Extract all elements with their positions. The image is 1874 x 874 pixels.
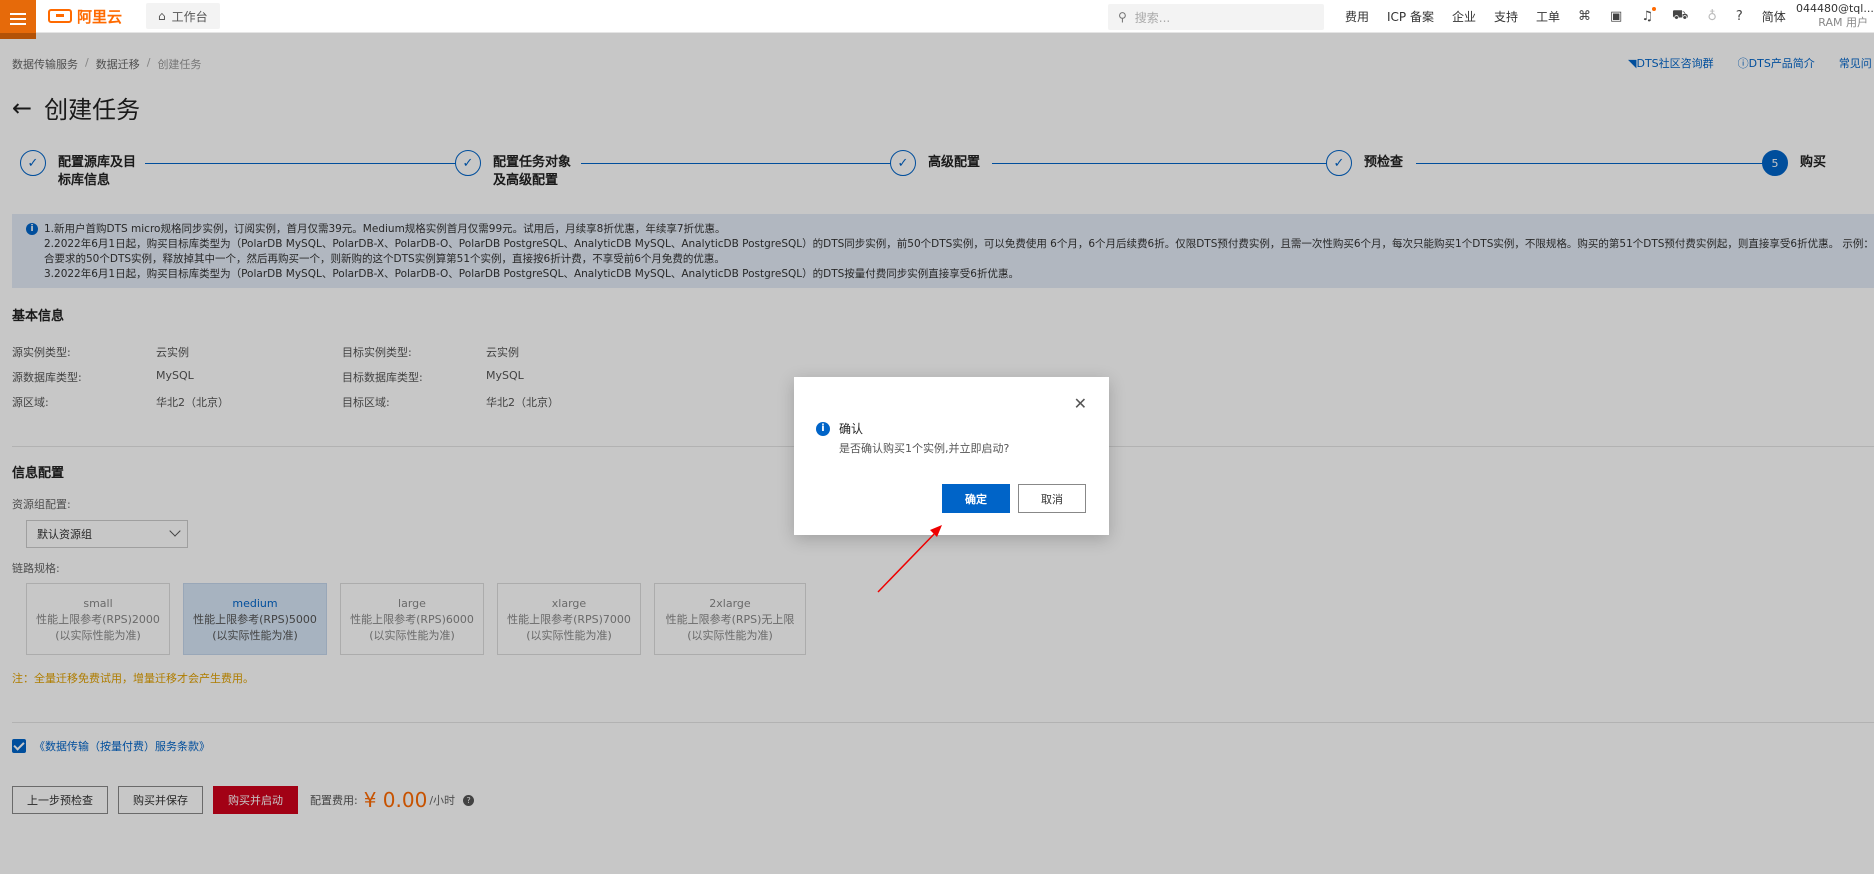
- cart-icon[interactable]: ⛟: [1672, 8, 1688, 25]
- top-nav-items: 费用 ICP 备案 企业 支持 工单 ⌘ ▣ ♫ ⛟ ♁ ? 简体: [1345, 0, 1804, 33]
- nav-ticket[interactable]: 工单: [1536, 8, 1560, 25]
- nav-fee[interactable]: 费用: [1345, 8, 1369, 25]
- aliyun-logo[interactable]: 阿里云: [48, 6, 122, 27]
- bell-icon[interactable]: ♫: [1641, 7, 1656, 24]
- language-switch[interactable]: 简体: [1762, 8, 1786, 25]
- home-icon: ⌂: [158, 9, 166, 23]
- confirm-dialog: ✕ i 确认 是否确认购买1个实例,并立即启动? 确定 取消: [794, 377, 1109, 535]
- close-icon[interactable]: ✕: [1074, 396, 1087, 412]
- help-icon[interactable]: ?: [1736, 9, 1743, 24]
- nav-enterprise[interactable]: 企业: [1452, 8, 1476, 25]
- user-account[interactable]: 044480@tql... RAM 用户: [1796, 2, 1874, 30]
- workbench-button[interactable]: ⌂ 工作台: [146, 3, 220, 29]
- dialog-message: 是否确认购买1个实例,并立即启动?: [839, 442, 1010, 455]
- cancel-button[interactable]: 取消: [1018, 484, 1086, 513]
- terminal-icon[interactable]: ▣: [1610, 9, 1622, 24]
- search-icon: ⚲: [1118, 10, 1127, 24]
- confirm-button[interactable]: 确定: [942, 484, 1010, 513]
- info-icon: i: [816, 422, 830, 436]
- dialog-title: 确认: [839, 422, 864, 436]
- dashboard-icon[interactable]: ⌘: [1578, 9, 1591, 24]
- red-arrow-annotation: [877, 525, 942, 593]
- lightbulb-icon[interactable]: ♁: [1707, 9, 1717, 24]
- nav-support[interactable]: 支持: [1494, 8, 1518, 25]
- search-input[interactable]: ⚲ 搜索...: [1108, 4, 1324, 30]
- nav-icp[interactable]: ICP 备案: [1387, 8, 1434, 25]
- top-navbar: 阿里云 ⌂ 工作台 ⚲ 搜索... 费用 ICP 备案 企业 支持 工单 ⌘ ▣ ♫…: [0, 0, 1874, 39]
